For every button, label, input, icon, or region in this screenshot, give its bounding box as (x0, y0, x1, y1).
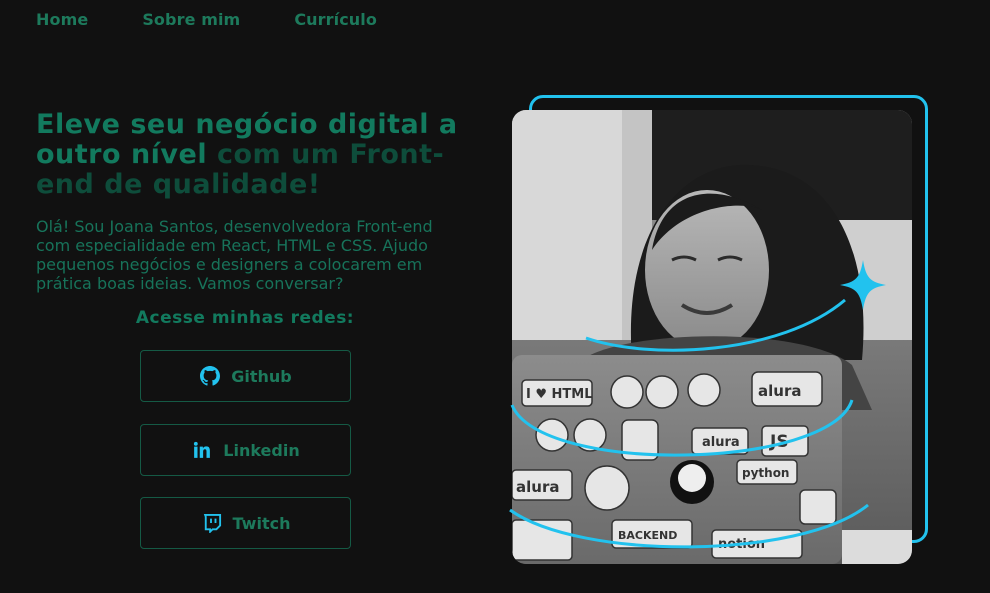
github-button[interactable]: Github (140, 350, 351, 402)
github-label: Github (231, 366, 292, 386)
profile-photo: I ♥ HTML alura alura JS alura python not… (512, 110, 912, 564)
twitch-label: Twitch (232, 513, 291, 533)
hero-intro: Olá! Sou Joana Santos, desenvolvedora Fr… (36, 217, 433, 293)
twitch-button[interactable]: Twitch (140, 497, 351, 549)
profile-photo-illustration: I ♥ HTML alura alura JS alura python not… (512, 110, 912, 564)
laptop-sticker-python: python (742, 466, 789, 480)
laptop-sticker-alura-3: alura (516, 478, 559, 496)
laptop-sticker-js: JS (769, 432, 789, 452)
laptop-sticker-backend: BACKEND (618, 529, 677, 542)
networks-title: Acesse minhas redes: (135, 308, 355, 328)
nav-home-link[interactable]: Home (36, 10, 88, 29)
linkedin-button[interactable]: Linkedin (140, 424, 351, 476)
linkedin-icon (191, 439, 213, 461)
nav-cv-link[interactable]: Currículo (294, 10, 377, 29)
laptop-sticker-alura-2: alura (702, 435, 740, 450)
github-icon (199, 365, 221, 387)
laptop-sticker-alura-1: alura (758, 382, 801, 400)
top-nav: Home Sobre mim Currículo (36, 10, 377, 29)
hero-headline: Eleve seu negócio digital a outro nível … (36, 110, 476, 200)
laptop-sticker-html: I ♥ HTML (526, 387, 593, 402)
laptop-sticker-notion: notion (718, 537, 765, 552)
twitch-icon (201, 512, 223, 534)
linkedin-label: Linkedin (223, 440, 300, 460)
nav-about-link[interactable]: Sobre mim (142, 10, 240, 29)
